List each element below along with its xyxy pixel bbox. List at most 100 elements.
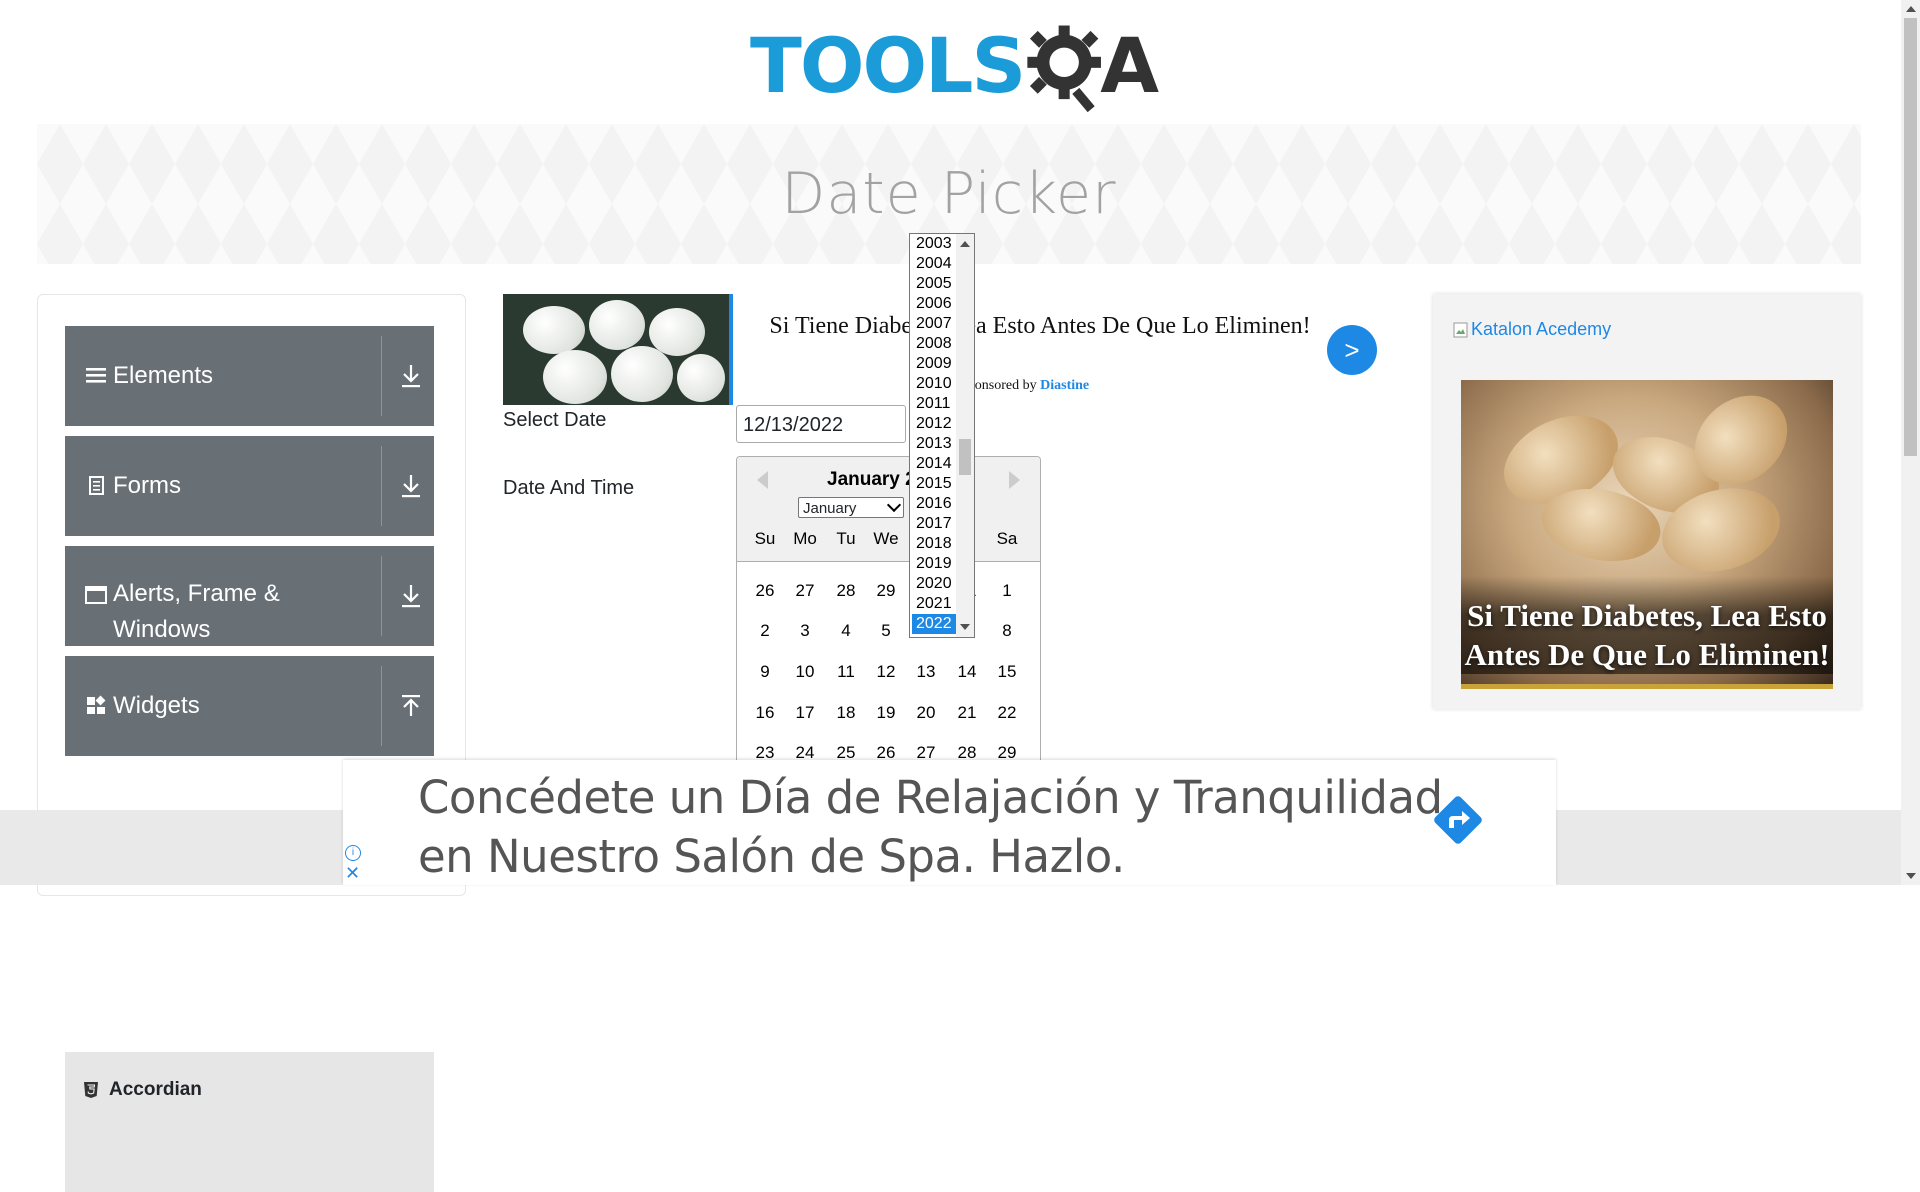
bottom-ad-text: Concédete un Día de Relajación y Tranqui… <box>418 768 1443 886</box>
ad-cashew-image[interactable]: Si Tiene Diabetes, Lea Esto Antes De Que… <box>1461 380 1833 689</box>
sidebar-group-forms[interactable]: Forms <box>65 436 434 536</box>
year-option[interactable]: 2021 <box>912 594 960 614</box>
katalon-ad-link[interactable]: Katalon Acedemy <box>1453 319 1611 340</box>
year-option[interactable]: 2008 <box>912 334 960 354</box>
sidebar-group-alerts[interactable]: Alerts, Frame & Windows <box>65 546 434 646</box>
page-scrollbar[interactable] <box>1901 0 1920 885</box>
previous-month-button[interactable] <box>757 471 768 489</box>
calendar-day[interactable]: 27 <box>785 581 825 601</box>
ad-go-button[interactable]: > <box>1327 325 1377 375</box>
scroll-thumb[interactable] <box>1904 18 1917 456</box>
directions-arrow-icon[interactable] <box>1428 790 1488 850</box>
ad-info-icon[interactable]: i <box>345 845 361 861</box>
calendar-day[interactable]: 3 <box>785 621 825 641</box>
calendar-day[interactable]: 1 <box>987 581 1027 601</box>
day-name: Tu <box>836 529 856 548</box>
toolsqa-logo[interactable]: TOOLS A <box>750 18 1159 113</box>
scroll-down-arrow-icon[interactable] <box>1906 873 1916 879</box>
current-month-title: January 2 <box>827 469 916 490</box>
year-option[interactable]: 2009 <box>912 354 960 374</box>
calendar-header: January 2 January Su Mo Tu We Th Fr Sa <box>737 457 1040 562</box>
select-date-label: Select Date <box>503 409 607 431</box>
calendar-day[interactable]: 22 <box>987 703 1027 723</box>
year-option[interactable]: 2014 <box>912 454 960 474</box>
year-select-dropdown[interactable]: 2003 2004 2005 2006 2007 2008 2009 2010 … <box>909 233 975 638</box>
year-option[interactable]: 2013 <box>912 434 960 454</box>
calendar-day[interactable]: 2 <box>745 621 785 641</box>
ad-sponsor[interactable]: Sponsored by Diastine <box>960 378 1089 394</box>
calendar-day[interactable]: 28 <box>826 581 866 601</box>
sidebar-item-accordian[interactable]: Accordian <box>83 1079 202 1101</box>
calendar-day[interactable]: 26 <box>745 581 785 601</box>
calendar-day[interactable]: 17 <box>785 703 825 723</box>
calendar-day[interactable]: 19 <box>866 703 906 723</box>
scroll-down-arrow-icon[interactable] <box>960 624 970 630</box>
select-date-input[interactable]: 12/13/2022 <box>736 405 906 443</box>
bottom-ad-line: Concédete un Día de Relajación y Tranqui… <box>418 771 1443 824</box>
year-option[interactable]: 2012 <box>912 414 960 434</box>
calendar-day[interactable]: 9 <box>745 662 785 682</box>
calendar-day[interactable]: 16 <box>745 703 785 723</box>
year-list-scrollbar[interactable] <box>956 234 974 637</box>
year-option[interactable]: 2006 <box>912 294 960 314</box>
calendar-day[interactable]: 12 <box>866 662 906 682</box>
year-option[interactable]: 2005 <box>912 274 960 294</box>
year-option[interactable]: 2015 <box>912 474 960 494</box>
document-icon <box>89 476 104 495</box>
calendar-day[interactable]: 4 <box>826 621 866 641</box>
year-option[interactable]: 2007 <box>912 314 960 334</box>
logo-suffix: A <box>1100 20 1160 110</box>
day-name: Sa <box>996 529 1018 548</box>
calendar-day[interactable]: 21 <box>947 703 987 723</box>
year-option[interactable]: 2004 <box>912 254 960 274</box>
day-name: Su <box>754 529 776 548</box>
window-icon <box>85 586 107 604</box>
year-option-selected[interactable]: 2022 <box>912 614 960 634</box>
year-option[interactable]: 2017 <box>912 514 960 534</box>
sidebar-group-elements[interactable]: Elements <box>65 326 434 426</box>
hamburger-icon <box>86 368 106 383</box>
calendar-day[interactable]: 5 <box>866 621 906 641</box>
scroll-thumb[interactable] <box>959 439 971 475</box>
year-option[interactable]: 2016 <box>912 494 960 514</box>
day-name: We <box>873 529 899 548</box>
download-arrow-icon[interactable] <box>398 582 424 610</box>
right-ad: Katalon Acedemy Si Tiene Diabetes, Lea E… <box>1433 294 1861 709</box>
bottom-ad[interactable]: Concédete un Día de Relajación y Tranqui… <box>343 760 1556 885</box>
html5-icon <box>84 1082 98 1098</box>
calendar-day[interactable]: 13 <box>906 662 946 682</box>
year-option[interactable]: 2003 <box>912 234 960 254</box>
calendar-day[interactable]: 20 <box>906 703 946 723</box>
calendar-day[interactable]: 10 <box>785 662 825 682</box>
katalon-ad-alt-text: Katalon Acedemy <box>1471 319 1612 339</box>
year-option[interactable]: 2010 <box>912 374 960 394</box>
page-title: Date Picker <box>781 161 1117 227</box>
calendar-day[interactable]: 18 <box>826 703 866 723</box>
scroll-up-arrow-icon[interactable] <box>960 241 970 247</box>
year-option[interactable]: 2019 <box>912 554 960 574</box>
download-arrow-icon[interactable] <box>398 362 424 390</box>
year-option[interactable]: 2011 <box>912 394 960 414</box>
broken-image-icon <box>1453 322 1468 337</box>
ad-image[interactable] <box>503 294 733 405</box>
month-select[interactable]: January <box>798 497 904 518</box>
logo-text: TOOLS <box>750 20 1026 110</box>
year-option[interactable]: 2020 <box>912 574 960 594</box>
calendar-day[interactable]: 14 <box>947 662 987 682</box>
calendar-day[interactable]: 8 <box>987 621 1027 641</box>
download-arrow-icon[interactable] <box>398 472 424 500</box>
upload-arrow-icon[interactable] <box>398 692 424 720</box>
ad-close-icon[interactable]: ✕ <box>345 864 360 882</box>
scroll-up-arrow-icon[interactable] <box>1906 6 1916 12</box>
next-month-button[interactable] <box>1009 471 1020 489</box>
calendar-day[interactable]: 15 <box>987 662 1027 682</box>
date-time-label: Date And Time <box>503 477 635 499</box>
sidebar-group-widgets[interactable]: Widgets <box>65 656 434 756</box>
divider <box>381 666 382 746</box>
datepicker-calendar: January 2 January Su Mo Tu We Th Fr Sa 2… <box>736 456 1041 778</box>
sidebar-group-label: Forms <box>113 472 181 499</box>
ad-headline[interactable]: Si Tiene Diabetes, Lea Esto Antes De Que… <box>760 310 1320 343</box>
calendar-day[interactable]: 29 <box>866 581 906 601</box>
calendar-day[interactable]: 11 <box>826 662 866 682</box>
year-option[interactable]: 2018 <box>912 534 960 554</box>
